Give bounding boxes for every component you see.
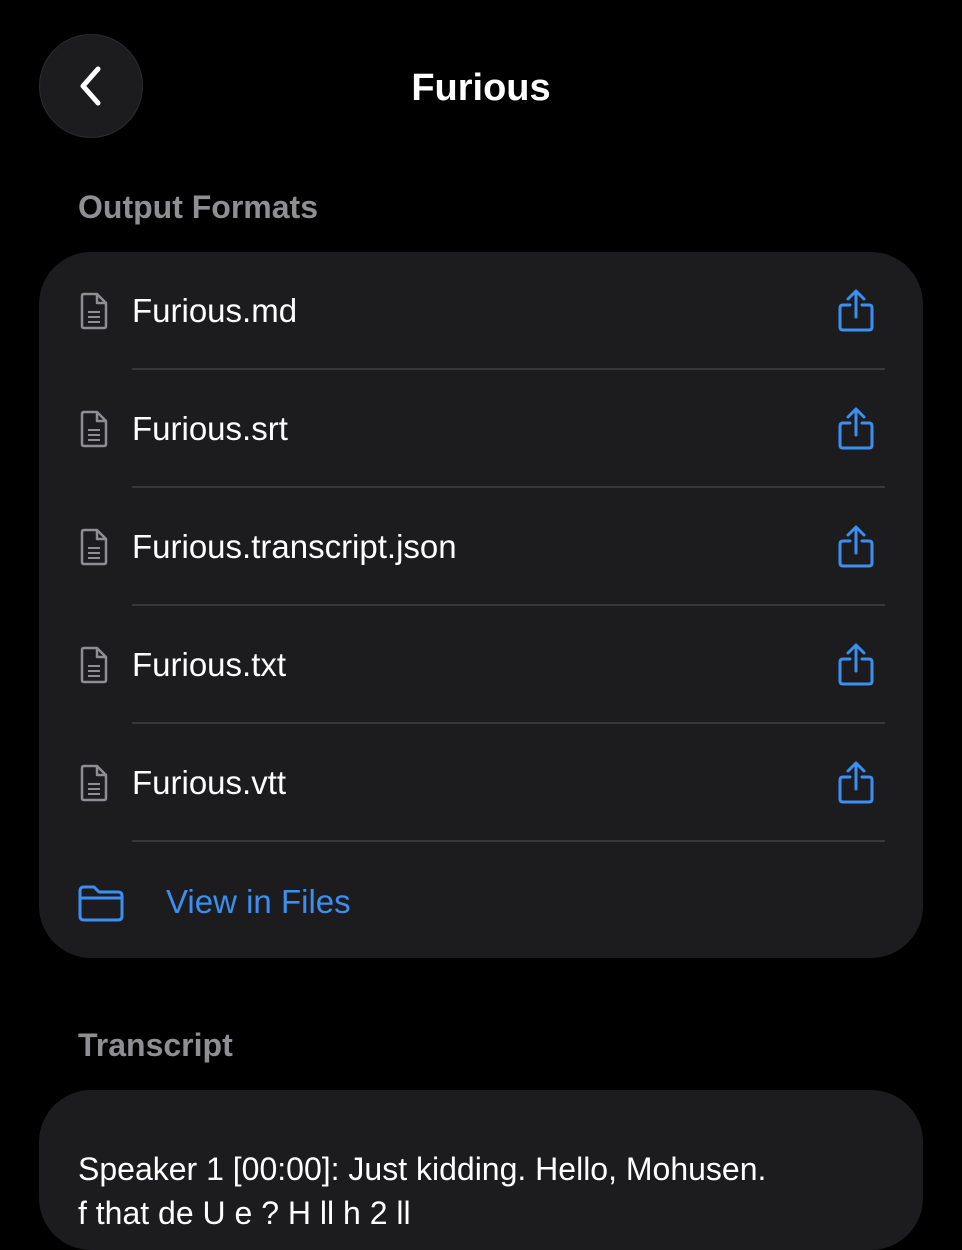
share-icon[interactable] [836,407,876,451]
file-row-srt[interactable]: Furious.srt [39,370,923,488]
share-icon[interactable] [836,761,876,805]
file-name: Furious.md [132,292,298,329]
document-icon [80,528,108,566]
file-name: Furious.srt [132,410,288,447]
document-icon [80,410,108,448]
file-name: Furious.transcript.json [132,528,457,565]
transcript-header: Transcript [78,1027,233,1063]
document-icon [80,646,108,684]
folder-icon [78,885,124,922]
file-row-md[interactable]: Furious.md [39,252,923,370]
view-in-files-button[interactable]: View in Files [39,842,923,960]
share-icon[interactable] [836,643,876,687]
document-icon [80,764,108,802]
transcript-line: Speaker 1 [00:00]: Just kidding. Hello, … [78,1151,767,1187]
file-row-json[interactable]: Furious.transcript.json [39,488,923,606]
share-icon[interactable] [836,525,876,569]
transcript-card: Speaker 1 [00:00]: Just kidding. Hello, … [39,1090,923,1250]
file-name: Furious.txt [132,646,287,683]
share-icon[interactable] [836,289,876,333]
transcript-line: f that de U e ? H ll h 2 ll [78,1195,411,1231]
file-row-vtt[interactable]: Furious.vtt [39,724,923,842]
file-name: Furious.vtt [132,764,287,801]
file-row-txt[interactable]: Furious.txt [39,606,923,724]
output-formats-header: Output Formats [78,189,318,225]
view-in-files-label: View in Files [166,883,351,920]
output-formats-card: Furious.md Furious.srt Furious.transcrip… [39,252,923,958]
page-title: Furious [411,67,551,109]
document-icon [80,292,108,330]
